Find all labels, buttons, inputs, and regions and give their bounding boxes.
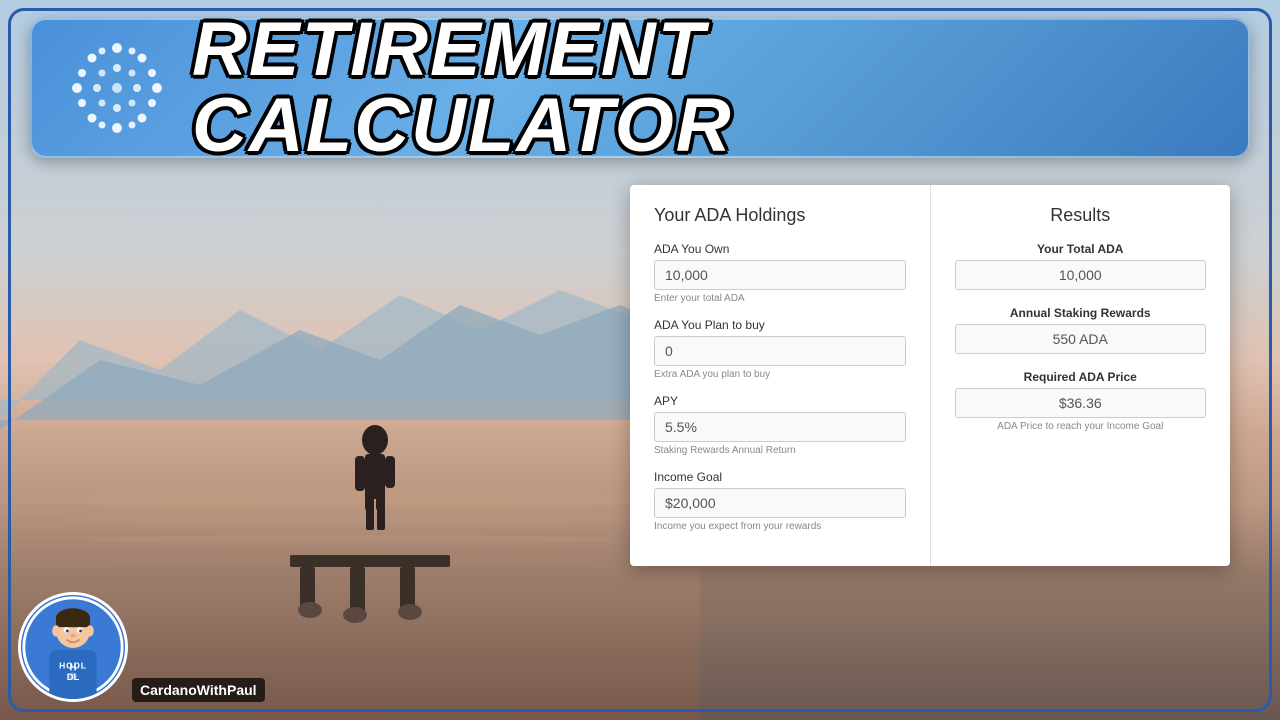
cardano-logo: [62, 33, 172, 143]
income-goal-label: Income Goal: [654, 470, 906, 484]
income-goal-input[interactable]: [654, 488, 906, 518]
income-goal-field-group: Income Goal Income you expect from your …: [654, 470, 906, 532]
inputs-section-title: Your ADA Holdings: [654, 205, 906, 226]
ada-buy-field-group: ADA You Plan to buy Extra ADA you plan t…: [654, 318, 906, 380]
results-section-title: Results: [955, 205, 1207, 226]
apy-input[interactable]: [654, 412, 906, 442]
channel-name-text: CardanoWithPaul: [140, 682, 257, 698]
ada-own-input[interactable]: [654, 260, 906, 290]
ada-own-field-group: ADA You Own Enter your total ADA: [654, 242, 906, 304]
required-ada-price-result: Required ADA Price $36.36 ADA Price to r…: [955, 370, 1207, 432]
income-goal-hint: Income you expect from your rewards: [654, 521, 906, 532]
ada-buy-label: ADA You Plan to buy: [654, 318, 906, 332]
required-ada-price-hint: ADA Price to reach your Income Goal: [955, 421, 1207, 432]
apy-field-group: APY Staking Rewards Annual Return: [654, 394, 906, 456]
total-ada-label: Your Total ADA: [955, 242, 1207, 256]
apy-hint: Staking Rewards Annual Return: [654, 445, 906, 456]
required-ada-price-value: $36.36: [955, 388, 1207, 418]
total-ada-value: 10,000: [955, 260, 1207, 290]
ada-buy-hint: Extra ADA you plan to buy: [654, 369, 906, 380]
required-ada-price-label: Required ADA Price: [955, 370, 1207, 384]
total-ada-result: Your Total ADA 10,000: [955, 242, 1207, 290]
page-title: RETIREMENT CALCULATOR: [192, 12, 1218, 164]
results-section: Results Your Total ADA 10,000 Annual Sta…: [931, 185, 1231, 566]
svg-text:HODL: HODL: [59, 661, 87, 671]
calculator-card: Your ADA Holdings ADA You Own Enter your…: [630, 185, 1230, 566]
svg-text:DL: DL: [67, 672, 80, 683]
staking-rewards-label: Annual Staking Rewards: [955, 306, 1207, 320]
channel-name-badge: CardanoWithPaul: [132, 678, 265, 702]
staking-rewards-result: Annual Staking Rewards 550 ADA: [955, 306, 1207, 354]
branding-area: H DL HODL CardanoWithPaul: [18, 592, 265, 702]
ada-own-hint: Enter your total ADA: [654, 293, 906, 304]
inputs-section: Your ADA Holdings ADA You Own Enter your…: [630, 185, 931, 566]
header-banner: RETIREMENT CALCULATOR: [30, 18, 1250, 158]
staking-rewards-value: 550 ADA: [955, 324, 1207, 354]
ada-buy-input[interactable]: [654, 336, 906, 366]
apy-label: APY: [654, 394, 906, 408]
avatar: H DL HODL: [18, 592, 128, 702]
ada-own-label: ADA You Own: [654, 242, 906, 256]
